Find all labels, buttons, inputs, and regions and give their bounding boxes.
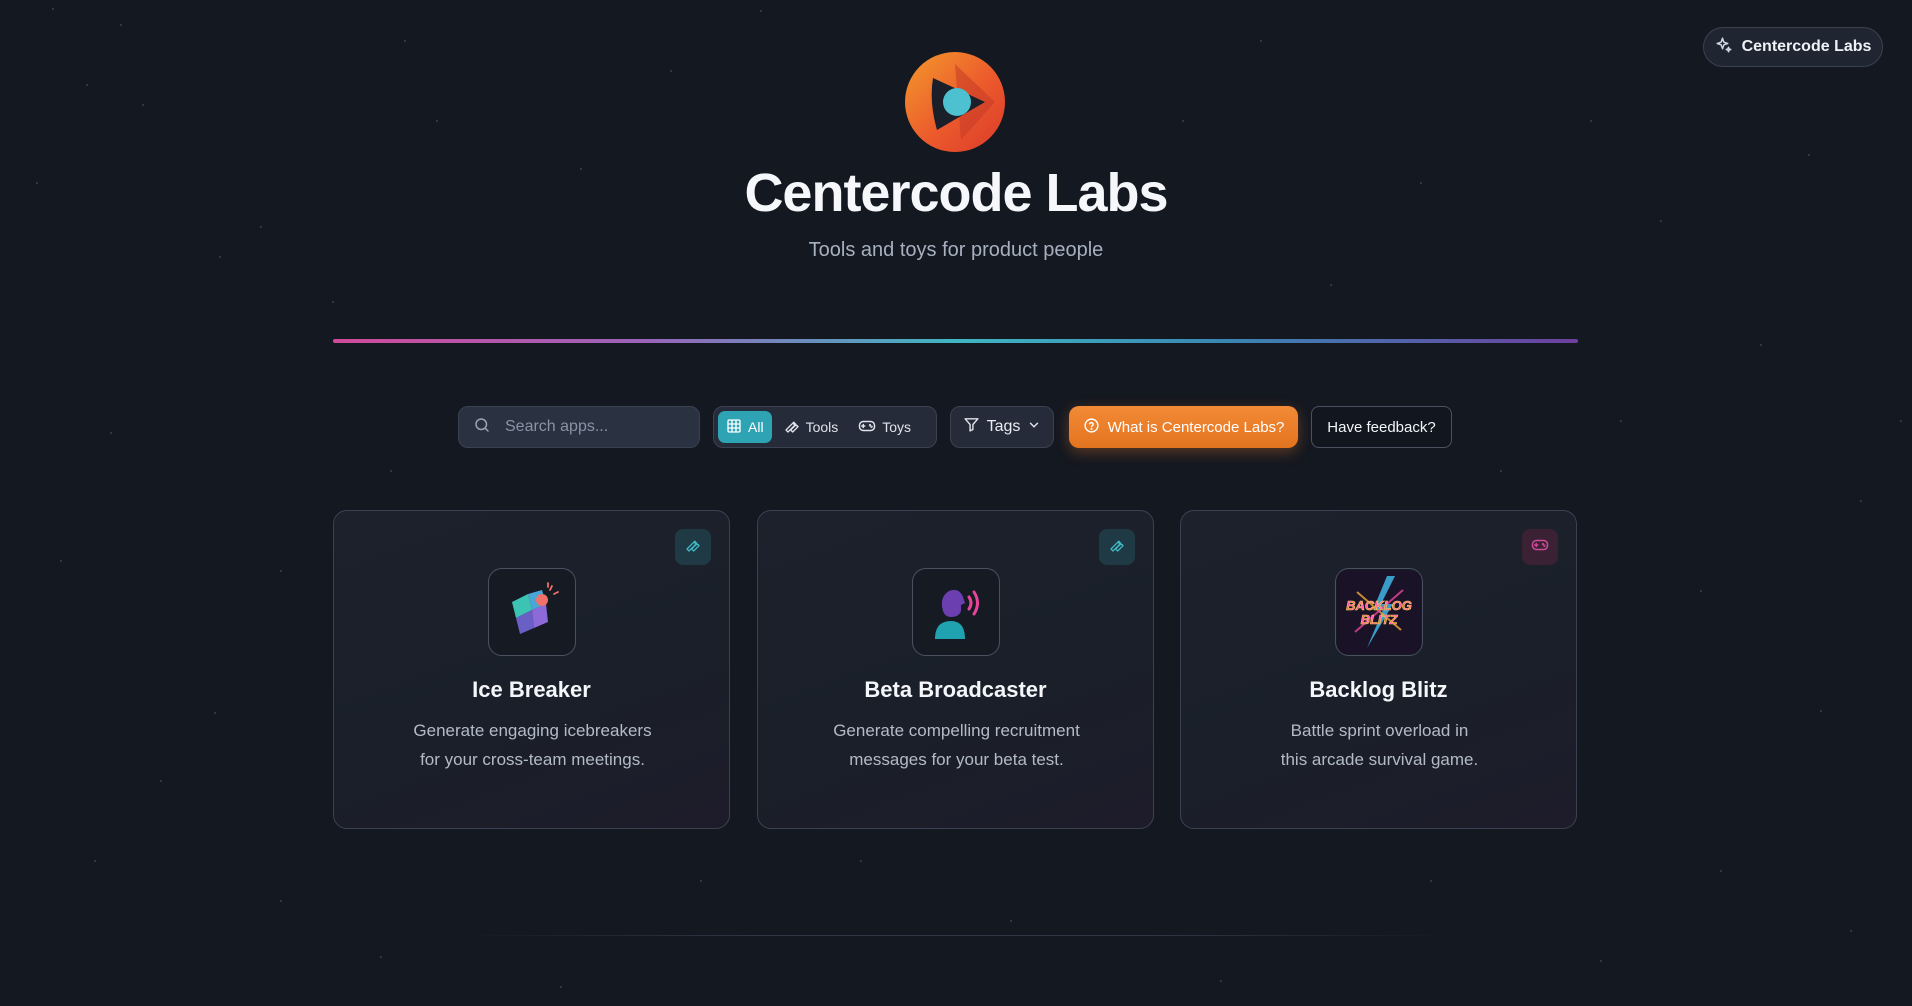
app-description: Generate compelling recruitment messages… (818, 716, 1095, 774)
wrench-icon (784, 418, 800, 437)
filter-all-button[interactable]: All (718, 411, 772, 443)
sparkles-icon (1715, 36, 1733, 59)
beta-broadcaster-app-icon (912, 568, 1000, 656)
filter-segmented-control: All Tools Toys (713, 406, 937, 448)
app-description-line: for your cross-team meetings. (420, 750, 645, 769)
search-box[interactable] (458, 406, 700, 448)
backlog-blitz-app-icon: BACKLOG BLITZ (1335, 568, 1423, 656)
filter-all-label: All (748, 419, 764, 435)
filter-tools-button[interactable]: Tools (776, 411, 847, 443)
tags-label: Tags (986, 418, 1021, 435)
app-card-beta-broadcaster[interactable]: Beta Broadcaster Generate compelling rec… (757, 510, 1154, 829)
badge-label: Centercode Labs (1741, 38, 1872, 55)
search-icon (473, 416, 491, 439)
ice-breaker-app-icon (488, 568, 576, 656)
svg-text:BLITZ: BLITZ (1361, 612, 1399, 627)
app-card-ice-breaker[interactable]: Ice Breaker Generate engaging icebreaker… (333, 510, 730, 829)
gamepad-icon (858, 418, 876, 437)
app-description: Generate engaging icebreakers for your c… (394, 716, 671, 774)
wrench-icon (685, 537, 701, 558)
app-title: Beta Broadcaster (864, 677, 1047, 702)
filter-toys-button[interactable]: Toys (850, 411, 919, 443)
app-title: Backlog Blitz (1309, 677, 1448, 702)
app-description: Battle sprint overload in this arcade su… (1241, 716, 1518, 774)
filter-toys-label: Toys (882, 419, 912, 435)
page-title: Centercode Labs (744, 163, 1168, 223)
filter-tools-label: Tools (805, 419, 839, 435)
tool-type-badge (675, 529, 711, 565)
tags-dropdown[interactable]: Tags (950, 406, 1054, 448)
feedback-label: Have feedback? (1327, 418, 1436, 436)
app-description-line: Battle sprint overload in (1290, 721, 1469, 740)
app-description-line: messages for your beta test. (849, 750, 1064, 769)
filter-funnel-icon (963, 416, 980, 438)
grid-icon (726, 418, 742, 437)
app-title: Ice Breaker (472, 677, 591, 702)
app-description-line: Generate compelling recruitment (833, 721, 1080, 740)
page-subtitle: Tools and toys for product people (808, 239, 1104, 261)
help-circle-icon (1083, 417, 1100, 438)
wrench-icon (1109, 537, 1125, 558)
app-card-backlog-blitz[interactable]: BACKLOG BLITZ Backlog Blitz Battle sprin… (1180, 510, 1577, 829)
toy-type-badge (1522, 529, 1558, 565)
what-label: What is Centercode Labs? (1107, 418, 1285, 436)
have-feedback-button[interactable]: Have feedback? (1311, 406, 1452, 448)
chevron-down-icon (1027, 418, 1041, 437)
app-description-line: this arcade survival game. (1280, 750, 1479, 769)
footer-divider (460, 935, 1452, 936)
gradient-divider (333, 339, 1578, 343)
gamepad-icon (1531, 537, 1549, 558)
tool-type-badge (1099, 529, 1135, 565)
centercode-logo (903, 50, 1007, 154)
centercode-labs-badge[interactable]: Centercode Labs (1703, 27, 1883, 67)
svg-text:BACKLOG: BACKLOG (1346, 598, 1412, 613)
app-description-line: Generate engaging icebreakers (413, 721, 652, 740)
what-is-centercode-labs-button[interactable]: What is Centercode Labs? (1069, 406, 1298, 448)
search-input[interactable] (503, 417, 687, 437)
